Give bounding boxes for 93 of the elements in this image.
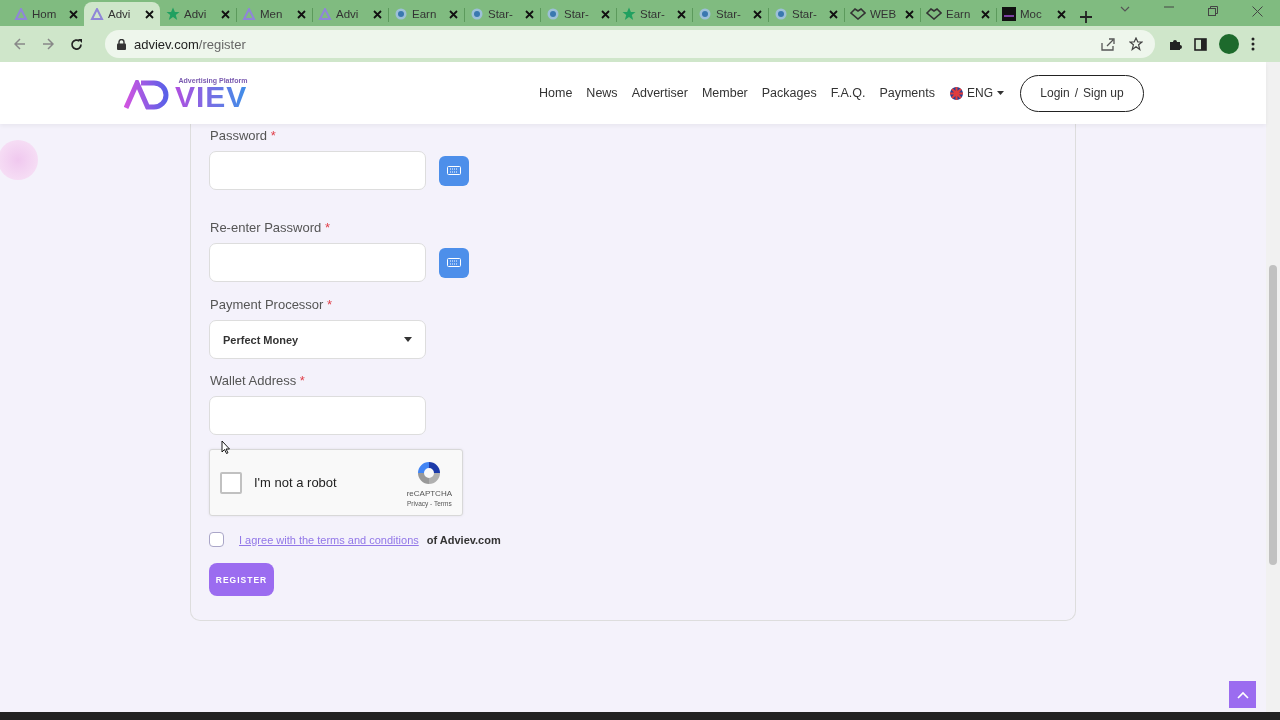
lock-icon: [117, 38, 126, 50]
ring-icon: [698, 7, 712, 21]
browser-tab[interactable]: Hom: [8, 2, 84, 26]
chevron-up-icon: [1236, 690, 1249, 699]
field-label: Payment Processor *: [209, 297, 334, 312]
recaptcha-label: I'm not a robot: [254, 475, 337, 490]
browser-tab[interactable]: Star-: [692, 2, 768, 26]
nav-link[interactable]: Member: [694, 86, 755, 100]
nav-link[interactable]: F.A.Q.: [823, 86, 873, 100]
browser-tab[interactable]: Moc: [996, 2, 1072, 26]
flag-icon: [950, 86, 963, 100]
more-icon[interactable]: [1251, 37, 1255, 51]
dropdown[interactable]: Perfect Money: [209, 320, 426, 359]
decorative-circle: [0, 140, 38, 180]
browser-tab[interactable]: Advi: [312, 2, 388, 26]
triangle-icon: [242, 8, 256, 20]
close-icon[interactable]: [1057, 9, 1066, 19]
checkbox[interactable]: [209, 532, 224, 547]
close-icon[interactable]: [221, 9, 230, 19]
reload-icon[interactable]: [70, 37, 83, 51]
close-icon[interactable]: [601, 9, 610, 19]
keyboard-icon: [447, 166, 461, 175]
close-icon[interactable]: [373, 9, 382, 19]
close-icon[interactable]: [981, 9, 990, 19]
browser-tab[interactable]: WEB: [844, 2, 920, 26]
agree-text: of Adviev.com: [426, 533, 501, 546]
caret-icon: [997, 91, 1004, 95]
browser-tab[interactable]: Star-: [464, 2, 540, 26]
puzzle-icon[interactable]: [1169, 37, 1182, 51]
scrollbar[interactable]: [1266, 62, 1280, 712]
star-icon: [166, 7, 180, 21]
close-icon[interactable]: [69, 9, 78, 19]
terms-link[interactable]: I agree with the terms and conditions: [239, 533, 419, 546]
new-tab-icon[interactable]: [1080, 11, 1092, 23]
browser-tab[interactable]: Advi: [84, 2, 160, 26]
url-text: adviev.com/register: [134, 36, 246, 52]
close-icon[interactable]: [525, 9, 534, 19]
language-selector[interactable]: ENG: [950, 86, 1004, 100]
chevron-down-icon[interactable]: [1120, 6, 1130, 12]
login-signup-button[interactable]: Login / Sign up: [1020, 74, 1144, 112]
handshake-icon: [850, 8, 866, 20]
nav-link[interactable]: Packages: [754, 86, 824, 100]
browser-tab[interactable]: Advi: [160, 2, 236, 26]
ring-icon: [470, 7, 484, 21]
ring-icon: [546, 7, 560, 21]
input-field[interactable]: [209, 396, 426, 435]
close-icon[interactable]: [753, 9, 762, 19]
side-panel-icon[interactable]: [1194, 37, 1207, 51]
nav-link[interactable]: News: [579, 86, 625, 100]
checkbox[interactable]: [220, 471, 242, 494]
forward-icon[interactable]: [42, 38, 54, 50]
square-icon: [1002, 7, 1016, 21]
restore-icon[interactable]: [1208, 6, 1218, 16]
share-icon[interactable]: [1101, 37, 1115, 51]
cursor-icon: [221, 440, 230, 454]
ring-icon: [774, 7, 788, 21]
ring-icon: [394, 7, 408, 21]
browser-tab[interactable]: Star-: [768, 2, 844, 26]
triangle-icon: [14, 8, 28, 20]
handshake-icon: [926, 8, 942, 20]
close-icon[interactable]: [145, 9, 154, 19]
star-icon: [622, 7, 636, 21]
browser-tab[interactable]: Earn: [388, 2, 464, 26]
field-label: Re-enter Password *: [209, 220, 331, 235]
browser-tab[interactable]: Star-: [540, 2, 616, 26]
address-bar[interactable]: adviev.com/register: [105, 30, 1155, 58]
nav-link[interactable]: Payments: [872, 86, 942, 100]
nav-link[interactable]: Advertiser: [624, 86, 695, 100]
browser-tab[interactable]: Earn: [920, 2, 996, 26]
caret-icon: [404, 337, 412, 342]
logo-wordmark[interactable]: VIEV: [175, 83, 248, 110]
browser-tab[interactable]: Star-: [616, 2, 692, 26]
password-field[interactable]: [209, 151, 426, 190]
avatar-icon[interactable]: [1219, 34, 1239, 54]
field-label: Password *: [209, 128, 277, 143]
password-field[interactable]: [209, 243, 426, 282]
triangle-icon: [90, 8, 104, 20]
field-label: Wallet Address *: [209, 373, 306, 388]
keyboard-button[interactable]: [439, 247, 469, 278]
keyboard-icon: [447, 258, 461, 267]
keyboard-button[interactable]: [439, 155, 469, 186]
close-icon[interactable]: [905, 9, 914, 19]
triangle-icon: [318, 8, 332, 20]
close-icon[interactable]: [449, 9, 458, 19]
browser-tab[interactable]: Men: [236, 2, 312, 26]
nav-link[interactable]: Home: [532, 86, 580, 100]
close-icon[interactable]: [829, 9, 838, 19]
close-icon[interactable]: [677, 9, 686, 19]
close-icon[interactable]: [297, 9, 306, 19]
register-button[interactable]: REGISTER: [209, 563, 274, 596]
back-icon[interactable]: [14, 38, 26, 50]
recaptcha-brand: reCAPTCHA: [406, 488, 452, 498]
bookmark-star-icon[interactable]: [1129, 37, 1143, 51]
